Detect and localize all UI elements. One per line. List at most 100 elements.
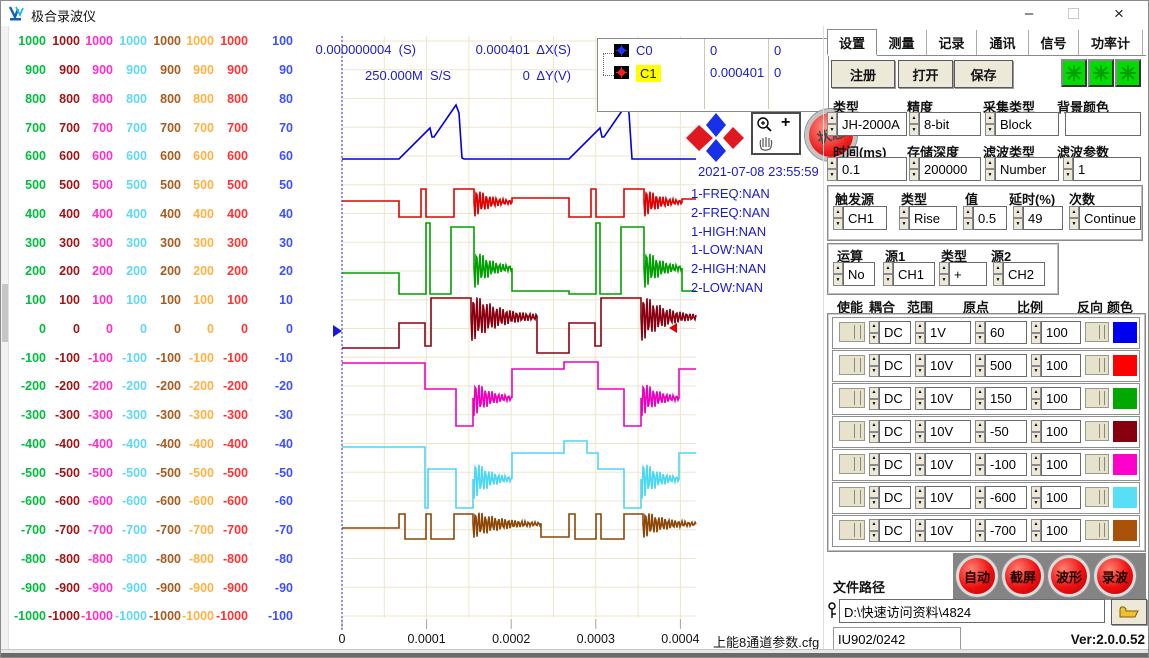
trigger-3-field[interactable]: 49 (1023, 206, 1063, 230)
channel-spinner[interactable]: ▲▼ (975, 420, 985, 443)
math-1-field[interactable]: CH1 (893, 262, 935, 286)
channel-spinner[interactable]: ▲▼ (869, 519, 879, 542)
trigger-4-spinner[interactable]: ▲▼ (1069, 206, 1079, 230)
close-button[interactable]: × (1099, 1, 1139, 26)
channel-spinner[interactable]: ▲▼ (1031, 486, 1041, 509)
channel-spinner[interactable]: ▲▼ (975, 453, 985, 476)
channel-spinner[interactable]: ▲▼ (1031, 453, 1041, 476)
legend-channel-name[interactable]: C0 (636, 43, 653, 58)
channel-spinner[interactable]: ▲▼ (1031, 354, 1041, 377)
tab-5[interactable]: 信号 (1029, 30, 1079, 55)
maximize-button[interactable] (1053, 1, 1093, 26)
setting-row1-2-spinner[interactable]: ▲▼ (985, 112, 995, 136)
plot-tool-palette[interactable]: + (751, 112, 801, 155)
browse-folder-button[interactable] (1111, 599, 1147, 625)
channel-spinner[interactable]: ▲▼ (869, 387, 879, 410)
led-indicator[interactable] (1115, 59, 1141, 87)
zoom-in-icon[interactable] (756, 116, 774, 134)
invert-toggle[interactable] (1085, 355, 1109, 375)
left-scrollbar[interactable] (1, 26, 9, 651)
coupling-field[interactable]: DC (879, 321, 911, 344)
enable-toggle[interactable] (839, 487, 865, 507)
setting-row1-3-field[interactable] (1065, 112, 1141, 136)
setting-row1-2-field[interactable]: Block (995, 112, 1059, 136)
scale-field[interactable]: 100 (1041, 519, 1081, 542)
channel-color-swatch[interactable] (1113, 355, 1137, 376)
channel-color-swatch[interactable] (1113, 520, 1137, 541)
invert-toggle[interactable] (1085, 520, 1109, 540)
math-2-spinner[interactable]: ▲▼ (939, 262, 949, 286)
channel-spinner[interactable]: ▲▼ (915, 519, 925, 542)
action-button-注册[interactable]: 注册 (831, 60, 895, 88)
channel-spinner[interactable]: ▲▼ (915, 321, 925, 344)
scale-field[interactable]: 100 (1041, 354, 1081, 377)
legend-marker-icon[interactable] (614, 66, 629, 79)
channel-spinner[interactable]: ▲▼ (975, 486, 985, 509)
channel-spinner[interactable]: ▲▼ (869, 354, 879, 377)
channel-color-swatch[interactable] (1113, 322, 1137, 343)
record-button-截屏[interactable]: 截屏 (1002, 555, 1044, 597)
enable-toggle[interactable] (839, 355, 865, 375)
setting-row1-1-spinner[interactable]: ▲▼ (909, 112, 919, 136)
record-button-自动[interactable]: 自动 (956, 555, 998, 597)
range-field[interactable]: 10V (925, 420, 971, 443)
device-id-field[interactable]: IU902/0242 (833, 627, 961, 651)
file-path-field[interactable]: D:\快速访问资料\4824 (839, 599, 1105, 623)
trigger-0-spinner[interactable]: ▲▼ (833, 206, 843, 230)
legend-marker-icon[interactable] (614, 44, 629, 57)
channel-spinner[interactable]: ▲▼ (1031, 387, 1041, 410)
channel-spinner[interactable]: ▲▼ (1031, 321, 1041, 344)
channel-spinner[interactable]: ▲▼ (975, 354, 985, 377)
math-3-spinner[interactable]: ▲▼ (993, 262, 1003, 286)
math-0-spinner[interactable]: ▲▼ (833, 262, 843, 286)
tab-4[interactable]: 通讯 (977, 30, 1029, 55)
trigger-0-field[interactable]: CH1 (843, 206, 887, 230)
setting-row1-0-field[interactable]: JH-2000A (837, 112, 907, 136)
origin-field[interactable]: -700 (985, 519, 1027, 542)
channel-spinner[interactable]: ▲▼ (915, 387, 925, 410)
scrollbar-thumb[interactable] (2, 284, 8, 342)
enable-toggle[interactable] (839, 520, 865, 540)
tab-2[interactable]: 测量 (877, 30, 927, 55)
coupling-field[interactable]: DC (879, 486, 911, 509)
invert-toggle[interactable] (1085, 487, 1109, 507)
coupling-field[interactable]: DC (879, 420, 911, 443)
setting-row2-3-field[interactable]: 1 (1073, 157, 1141, 181)
channel-spinner[interactable]: ▲▼ (915, 453, 925, 476)
setting-row2-0-spinner[interactable]: ▲▼ (827, 157, 837, 181)
scale-field[interactable]: 100 (1041, 486, 1081, 509)
range-field[interactable]: 1V (925, 321, 971, 344)
channel-spinner[interactable]: ▲▼ (975, 321, 985, 344)
enable-toggle[interactable] (839, 322, 865, 342)
setting-row2-2-field[interactable]: Number (995, 157, 1059, 181)
channel-color-swatch[interactable] (1113, 454, 1137, 475)
trigger-1-spinner[interactable]: ▲▼ (899, 206, 909, 230)
channel-spinner[interactable]: ▲▼ (1031, 519, 1041, 542)
range-field[interactable]: 10V (925, 354, 971, 377)
origin-field[interactable]: 500 (985, 354, 1027, 377)
math-0-field[interactable]: No (843, 262, 875, 286)
waveform-plot[interactable] (331, 31, 701, 637)
pan-hand-icon[interactable] (757, 134, 775, 152)
tab-6[interactable]: 功率计 (1079, 30, 1143, 55)
channel-spinner[interactable]: ▲▼ (975, 387, 985, 410)
coupling-field[interactable]: DC (879, 453, 911, 476)
setting-row1-0-spinner[interactable]: ▲▼ (827, 112, 837, 136)
setting-row2-0-field[interactable]: 0.1 (837, 157, 907, 181)
scale-field[interactable]: 100 (1041, 420, 1081, 443)
range-field[interactable]: 10V (925, 453, 971, 476)
channel-spinner[interactable]: ▲▼ (869, 486, 879, 509)
invert-toggle[interactable] (1085, 322, 1109, 342)
invert-toggle[interactable] (1085, 454, 1109, 474)
trigger-2-spinner[interactable]: ▲▼ (963, 206, 973, 230)
channel-color-swatch[interactable] (1113, 487, 1137, 508)
origin-field[interactable]: 60 (985, 321, 1027, 344)
minimize-button[interactable]: – (1009, 1, 1049, 26)
channel-spinner[interactable]: ▲▼ (869, 420, 879, 443)
led-indicator[interactable] (1061, 59, 1087, 87)
channel-spinner[interactable]: ▲▼ (869, 453, 879, 476)
coupling-field[interactable]: DC (879, 387, 911, 410)
origin-field[interactable]: -100 (985, 453, 1027, 476)
enable-toggle[interactable] (839, 388, 865, 408)
record-button-波形[interactable]: 波形 (1048, 555, 1090, 597)
